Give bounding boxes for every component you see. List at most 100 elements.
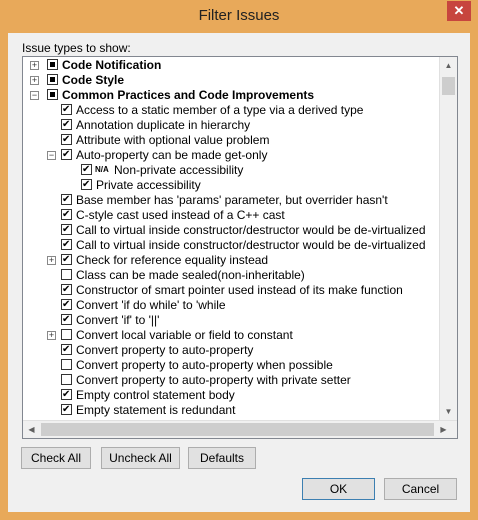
collapse-icon[interactable]: − [30,91,39,100]
tree-row[interactable]: C-style cast used instead of a C++ cast [23,208,437,223]
tree-row[interactable]: + Code Notification [23,58,437,73]
expand-icon[interactable]: + [30,76,39,85]
issue-checkbox[interactable] [47,74,58,85]
issue-checkbox[interactable] [61,149,72,160]
title-bar: Filter Issues ✕ [0,0,478,33]
issue-label: Check for reference equality instead [76,253,269,267]
tree-row[interactable]: + Check for reference equality instead [23,253,437,268]
tree-row[interactable]: Base member has 'params' parameter, but … [23,193,437,208]
filter-issues-dialog: Filter Issues ✕ Issue types to show: + Co… [0,0,478,520]
scroll-down-icon[interactable]: ▼ [440,403,457,420]
issue-label: Class can be made sealed(non-inheritable… [76,268,305,282]
issue-checkbox[interactable] [61,389,72,400]
issue-checkbox[interactable] [61,284,72,295]
issue-label: Convert local variable or field to const… [76,328,293,342]
scroll-right-icon[interactable]: ▶ [435,421,452,438]
expand-icon[interactable]: + [47,331,56,340]
tree-row[interactable]: Call to virtual inside constructor/destr… [23,238,437,253]
issue-checkbox[interactable] [61,269,72,280]
issue-label: Code Notification [62,58,162,72]
expand-icon[interactable]: + [30,61,39,70]
issue-label: C-style cast used instead of a C++ cast [76,208,285,222]
cancel-button[interactable]: Cancel [384,478,457,500]
horizontal-scroll-thumb[interactable] [41,423,434,436]
tree-rows: + Code Notification + Code Style − Common Pra… [23,58,437,421]
issue-label: Empty control statement body [76,388,235,402]
issue-checkbox[interactable] [61,344,72,355]
defaults-button[interactable]: Defaults [188,447,256,469]
issue-checkbox[interactable] [61,404,72,415]
issue-checkbox[interactable] [47,59,58,70]
issue-checkbox[interactable] [61,224,72,235]
vertical-scrollbar[interactable]: ▲ ▼ [439,57,457,420]
issue-label: Call to virtual inside constructor/destr… [76,238,426,252]
horizontal-scrollbar[interactable]: ◀ ▶ [23,420,457,438]
issue-types-tree[interactable]: + Code Notification + Code Style − Common Pra… [22,56,458,439]
issue-label: Constructor of smart pointer used instea… [76,283,403,297]
tree-row[interactable]: − Common Practices and Code Improvements [23,88,437,103]
tree-row[interactable]: Constructor of smart pointer used instea… [23,283,437,298]
tree-row[interactable]: Convert property to auto-property [23,343,437,358]
issue-label: Annotation duplicate in hierarchy [76,118,251,132]
issue-checkbox[interactable] [81,179,92,190]
tree-row[interactable]: N/A Non-private accessibility [23,163,437,178]
issue-label: Convert 'if do while' to 'while [76,298,226,312]
issue-label: Convert 'if' to '||' [76,313,160,327]
tree-row[interactable]: Annotation duplicate in hierarchy [23,118,437,133]
issue-checkbox[interactable] [61,314,72,325]
issue-checkbox[interactable] [61,359,72,370]
issue-label: Auto-property can be made get-only [76,148,268,162]
issue-types-label: Issue types to show: [22,41,131,55]
dialog-title: Filter Issues [198,7,280,24]
tree-row[interactable]: Convert property to auto-property when p… [23,358,437,373]
dialog-client-area: Issue types to show: + Code Notification +… [8,33,470,512]
issue-label: Call to virtual inside constructor/destr… [76,223,426,237]
issue-checkbox[interactable] [61,209,72,220]
tree-row[interactable]: Call to virtual inside constructor/destr… [23,223,437,238]
issue-checkbox[interactable] [47,89,58,100]
tree-row[interactable]: + Code Style [23,73,437,88]
tree-row[interactable]: − Auto-property can be made get-only [23,148,437,163]
issue-checkbox[interactable] [61,254,72,265]
tree-row[interactable]: Empty statement is redundant [23,403,437,418]
na-badge: N/A [95,165,109,174]
issue-label: Non-private accessibility [114,163,244,177]
issue-checkbox[interactable] [61,134,72,145]
issue-label: Code Style [62,73,125,87]
tree-row[interactable]: + Convert local variable or field to cons… [23,328,437,343]
issue-label: Base member has 'params' parameter, but … [76,193,388,207]
tree-row[interactable]: Attribute with optional value problem [23,133,437,148]
issue-checkbox[interactable] [61,299,72,310]
tree-row[interactable]: Class can be made sealed(non-inheritable… [23,268,437,283]
issue-label: Common Practices and Code Improvements [62,88,315,102]
scroll-up-icon[interactable]: ▲ [440,57,457,74]
tree-row[interactable]: Convert property to auto-property with p… [23,373,437,388]
issue-checkbox[interactable] [81,164,92,175]
close-button[interactable]: ✕ [447,1,471,21]
scroll-left-icon[interactable]: ◀ [23,421,40,438]
issue-label: Convert property to auto-property when p… [76,358,333,372]
issue-checkbox[interactable] [61,329,72,340]
issue-label: Access to a static member of a type via … [76,103,364,117]
vertical-scroll-thumb[interactable] [442,77,455,95]
issue-checkbox[interactable] [61,239,72,250]
tree-row[interactable]: Convert 'if do while' to 'while [23,298,437,313]
issue-checkbox[interactable] [61,194,72,205]
tree-row[interactable]: Access to a static member of a type via … [23,103,437,118]
issue-checkbox[interactable] [61,374,72,385]
check-all-button[interactable]: Check All [21,447,91,469]
ok-button[interactable]: OK [302,478,375,500]
issue-label: Convert property to auto-property with p… [76,373,351,387]
uncheck-all-button[interactable]: Uncheck All [101,447,180,469]
tree-row[interactable]: Empty control statement body [23,388,437,403]
issue-label: Attribute with optional value problem [76,133,270,147]
tree-row[interactable]: Convert 'if' to '||' [23,313,437,328]
expand-icon[interactable]: + [47,256,56,265]
issue-label: Empty statement is redundant [76,403,236,417]
tree-row[interactable]: Private accessibility [23,178,437,193]
issue-label: Convert property to auto-property [76,343,254,357]
collapse-icon[interactable]: − [47,151,56,160]
issue-checkbox[interactable] [61,119,72,130]
issue-label: Private accessibility [96,178,201,192]
issue-checkbox[interactable] [61,104,72,115]
